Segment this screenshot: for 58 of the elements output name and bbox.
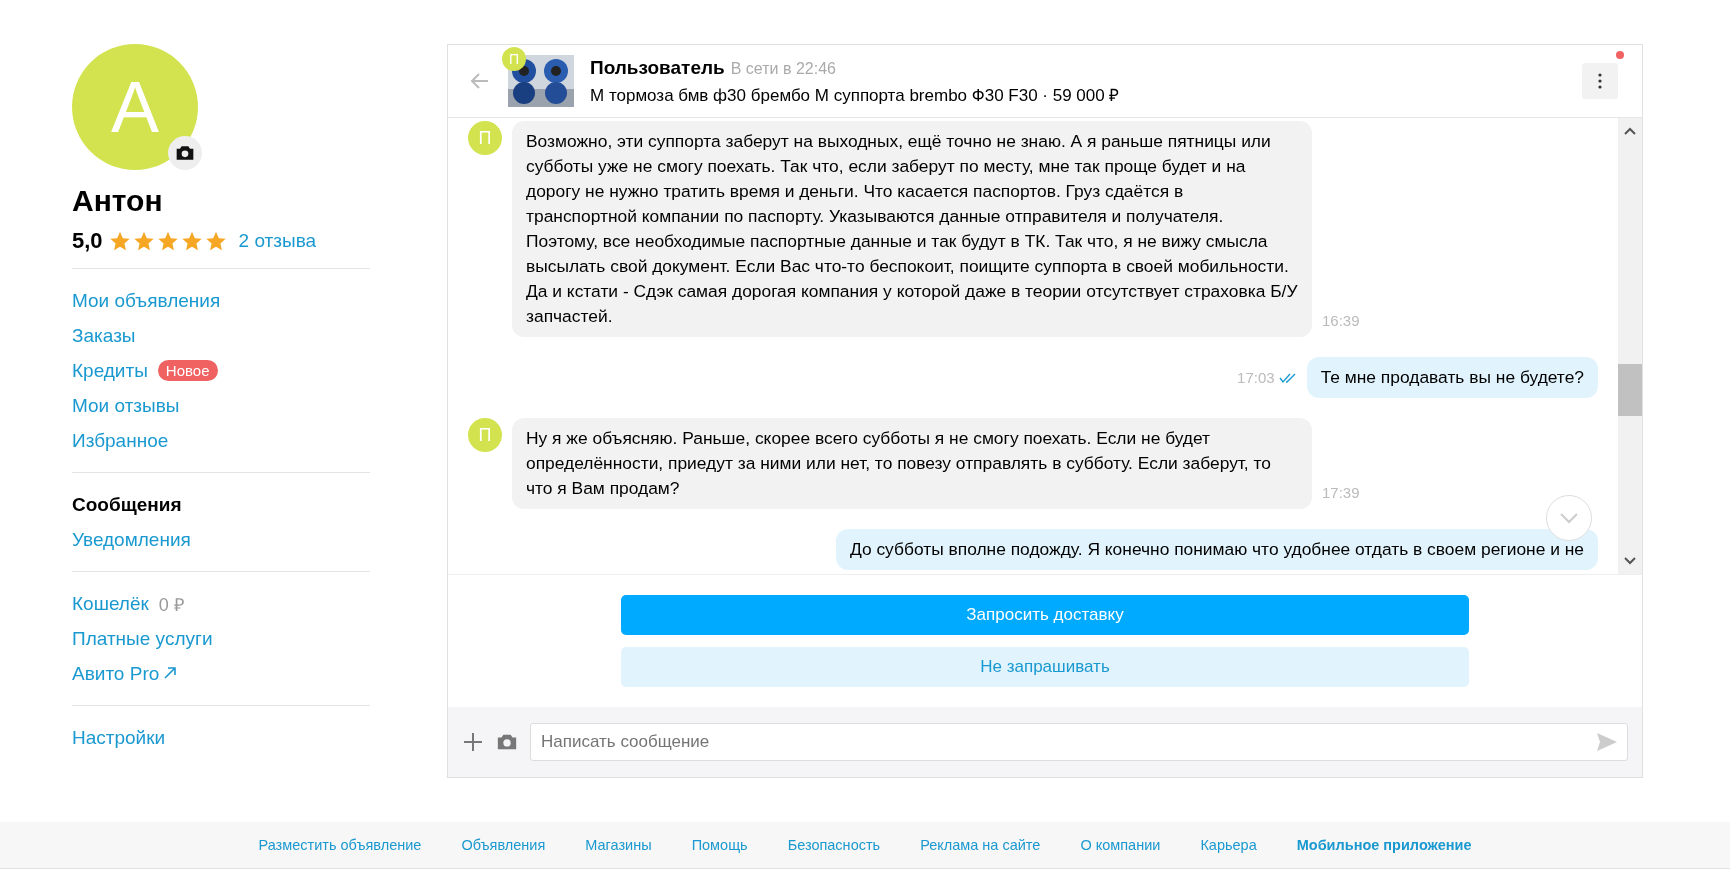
sidebar-link[interactable]: Кошелёк (72, 592, 149, 615)
message-input[interactable]: Написать сообщение (530, 723, 1628, 761)
reviews-link[interactable]: 2 отзыва (238, 230, 317, 252)
online-status: В сети в 22:46 (730, 59, 836, 77)
wallet-balance: 0 ₽ (158, 593, 184, 616)
scroll-down-button[interactable] (1546, 495, 1592, 541)
sender-avatar: П (468, 418, 502, 452)
footer-link[interactable]: Объявления (461, 837, 546, 853)
footer-link[interactable]: Карьера (1200, 837, 1257, 853)
sidebar-link[interactable]: Настройки (72, 726, 166, 749)
scrollbar-thumb[interactable] (1618, 364, 1642, 416)
sidebar-link[interactable]: Кредиты (72, 359, 148, 382)
sender-avatar: П (468, 121, 502, 155)
star-icon (132, 230, 155, 252)
external-link-icon (163, 665, 178, 680)
star-icon (180, 230, 203, 252)
footer-link[interactable]: Безопасность (787, 837, 881, 853)
new-badge: Новое (157, 360, 218, 381)
sidebar-link[interactable]: Сообщения (72, 493, 182, 516)
footer-link[interactable]: Реклама на сайте (920, 837, 1041, 853)
sidebar-link[interactable]: Уведомления (72, 528, 191, 551)
message-bubble: Ну я же объясняю. Раньше, скорее всего субботы я не смогу поехать. Если не будет определённости, приедут за ними или нет, то повезу отправлять в субботу. Если заберут, то что я Вам продам? (512, 418, 1312, 509)
footer-link[interactable]: Мобильное приложение (1296, 837, 1472, 853)
scroll-up-icon[interactable] (1623, 126, 1637, 136)
star-icon (156, 230, 179, 252)
chevron-down-icon (1559, 512, 1579, 524)
send-icon[interactable] (1596, 732, 1618, 752)
footer-link[interactable]: О компании (1080, 837, 1161, 853)
listing-title: М тормоза бмв ф30 брембо М суппорта brembo Ф30 F30 · 59 000 ₽ (590, 84, 1121, 106)
message-bubble: Возможно, эти суппорта заберут на выходных, ещё точно не знаю. А я раньше пятницы или субботы уже не смогу поехать. Так что, если заберут по месту, мне так проще будет и на дорогу не нужно тратить время и деньги. Что касается паспортов. Груз сдаётся в транспортной компании по паспорту. Указываются данные отправителя и получателя. Поэтому, все необходимые паспортные данные и так будут в ТК. Так что, я не вижу смысла высылать свой документ. Если Вас что-то беспокоит, поищите суппорта в своей мобильности. Да и кстати - Сдэк самая дорогая компания у которой даже в теории отсутствует страховка Б/У запчастей. (512, 121, 1312, 337)
profile-name: Антон (72, 184, 164, 218)
sidebar-link[interactable]: Заказы (72, 324, 136, 347)
footer-link[interactable]: Помощь (691, 837, 748, 853)
decline-button[interactable]: Не запрашивать (621, 647, 1469, 687)
message-time: 17:39 (1322, 484, 1360, 501)
request-delivery-button[interactable]: Запросить доставку (621, 595, 1469, 635)
star-icon (204, 230, 227, 252)
footer-link[interactable]: Магазины (585, 837, 652, 853)
scrollbar[interactable] (1618, 118, 1642, 574)
scroll-down-icon[interactable] (1623, 556, 1637, 566)
message-bubble: Те мне продавать вы не будете? (1306, 357, 1598, 398)
footer-link[interactable]: Разместить объявление (258, 837, 422, 853)
sidebar-link[interactable]: Мои объявления (72, 289, 221, 312)
user-avatar: А (72, 44, 198, 170)
sidebar-link[interactable]: Избранное (72, 429, 169, 452)
seller-avatar: П (502, 47, 526, 71)
sidebar-link[interactable]: Мои отзывы (72, 394, 180, 417)
more-vertical-icon (1598, 73, 1602, 89)
message-time: 16:39 (1322, 312, 1360, 329)
plus-icon[interactable] (462, 731, 484, 753)
message-time: 17:03 (1237, 369, 1275, 386)
user-name: Пользователь (590, 56, 725, 78)
camera-icon[interactable] (168, 136, 202, 170)
star-icon (108, 230, 131, 252)
rating-value: 5,0 (72, 228, 103, 254)
sidebar-link[interactable]: Авито Pro (72, 662, 178, 685)
sidebar-link[interactable]: Платные услуги (72, 627, 213, 650)
message-bubble: До субботы вполне подожду. Я конечно понимаю что удобнее отдать в своем регионе и не (835, 529, 1598, 570)
